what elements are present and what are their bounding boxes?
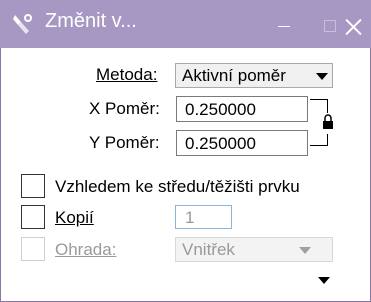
lock-icon[interactable] xyxy=(322,114,334,135)
fence-checkbox[interactable] xyxy=(21,237,45,261)
expand-arrow-icon[interactable] xyxy=(318,277,330,284)
app-icon xyxy=(11,13,33,40)
title-bar[interactable]: Změnit v... xyxy=(0,0,371,48)
centroid-label: Vzhledem ke středu/těžišti prvku xyxy=(55,177,300,196)
fence-value: Vnitřek xyxy=(182,240,235,259)
x-ratio-input[interactable]: 0.250000 xyxy=(176,96,308,122)
close-button[interactable] xyxy=(339,0,371,48)
method-dropdown[interactable]: Aktivní poměr xyxy=(175,63,333,88)
method-label: Metoda: xyxy=(96,65,158,84)
fence-label: Ohrada: xyxy=(55,240,117,259)
x-ratio-label: X Poměr: xyxy=(89,99,160,118)
chevron-down-icon xyxy=(299,247,311,254)
copies-value: 1 xyxy=(185,208,195,227)
y-ratio-label: Y Poměr: xyxy=(89,133,160,152)
x-ratio-value: 0.250000 xyxy=(185,100,256,119)
centroid-checkbox[interactable] xyxy=(21,174,45,198)
window-title: Změnit v... xyxy=(45,10,137,32)
copies-checkbox[interactable] xyxy=(21,205,45,229)
y-ratio-input[interactable]: 0.250000 xyxy=(176,130,308,156)
copies-input[interactable]: 1 xyxy=(175,205,232,229)
fence-dropdown[interactable]: Vnitřek xyxy=(175,237,333,262)
method-value: Aktivní poměr xyxy=(182,66,286,85)
chevron-down-icon xyxy=(316,73,328,80)
copies-label: Kopií xyxy=(55,208,94,227)
minimize-button[interactable] xyxy=(261,0,307,48)
y-ratio-value: 0.250000 xyxy=(185,134,256,153)
